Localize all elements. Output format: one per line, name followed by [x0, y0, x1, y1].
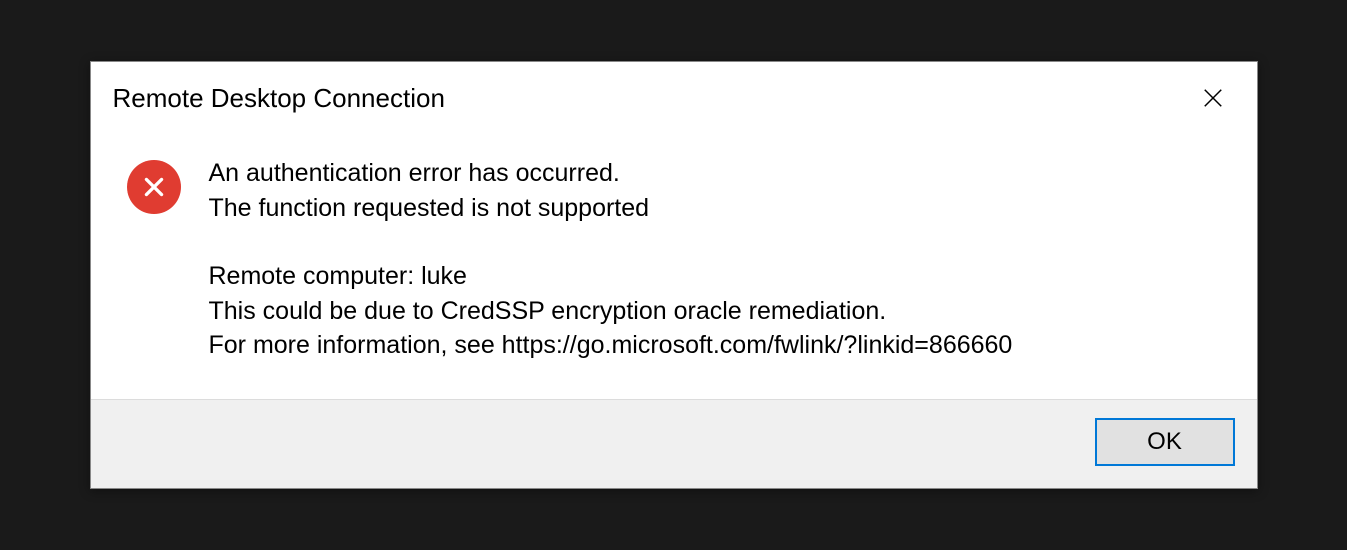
message-line-2: The function requested is not supported	[209, 191, 1013, 226]
error-icon-container	[127, 160, 181, 214]
ok-button[interactable]: OK	[1095, 418, 1235, 466]
message-text: An authentication error has occurred. Th…	[209, 156, 1013, 363]
dialog-title: Remote Desktop Connection	[113, 83, 445, 114]
error-icon	[127, 160, 181, 214]
spacer	[209, 225, 1013, 259]
message-line-1: An authentication error has occurred.	[209, 156, 1013, 191]
message-line-5: For more information, see https://go.mic…	[209, 328, 1013, 363]
dialog-body: An authentication error has occurred. Th…	[91, 134, 1257, 399]
dialog-footer: OK	[91, 399, 1257, 488]
error-dialog: Remote Desktop Connection An authenticat…	[90, 61, 1258, 489]
message-line-4: This could be due to CredSSP encryption …	[209, 294, 1013, 329]
titlebar: Remote Desktop Connection	[91, 62, 1257, 134]
message-line-3: Remote computer: luke	[209, 259, 1013, 294]
close-icon	[1202, 87, 1224, 109]
close-button[interactable]	[1191, 76, 1235, 120]
